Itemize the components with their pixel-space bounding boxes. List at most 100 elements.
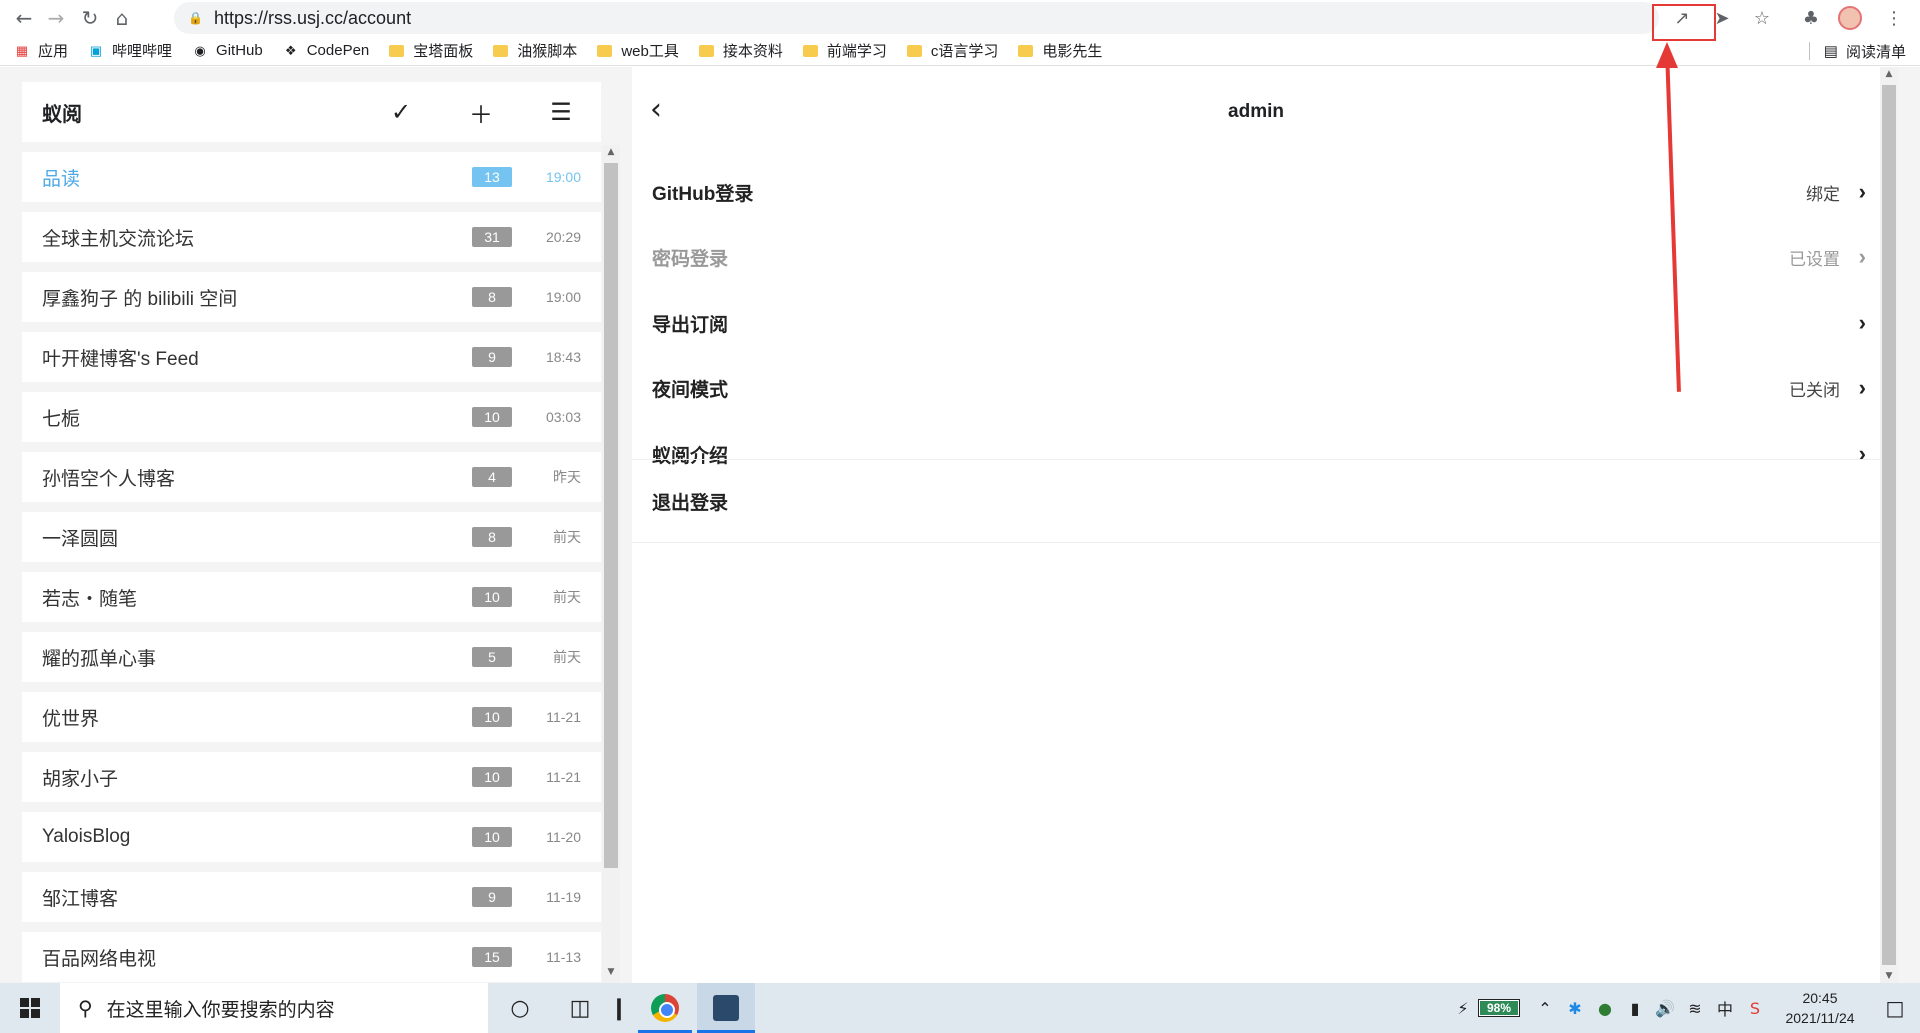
scroll-down-icon[interactable]: ▼ xyxy=(1880,971,1898,981)
scroll-down-icon[interactable]: ▼ xyxy=(602,967,620,981)
app-title: 蚁阅 xyxy=(42,103,82,126)
account-scrollbar[interactable]: ▲ ▼ xyxy=(1880,67,1898,983)
feed-list-scrollbar[interactable]: ▲ ▼ xyxy=(602,145,620,983)
clock-date: 2021/11/24 xyxy=(1785,1010,1855,1026)
feed-time: 昨天 xyxy=(553,469,581,485)
address-bar[interactable]: 🔒 https://rss.usj.cc/account xyxy=(174,2,1659,34)
setting-night-mode[interactable]: 夜间模式 已关闭 › xyxy=(632,358,1880,418)
menu-kebab-icon[interactable]: ⋮ xyxy=(1880,4,1908,32)
scrollbar-thumb[interactable] xyxy=(1882,85,1896,965)
battery-icon[interactable]: ▮ xyxy=(1620,999,1650,1018)
forward-arrow-icon[interactable]: → xyxy=(38,0,74,36)
setting-value: 已关闭 xyxy=(1789,380,1840,400)
unread-badge: 10 xyxy=(472,827,512,847)
wechat-icon[interactable]: ● xyxy=(1590,999,1620,1018)
bookmark-folder[interactable]: 前端学习 xyxy=(802,40,887,61)
logout-button[interactable]: 退出登录 xyxy=(632,471,1880,531)
folder-icon xyxy=(1018,44,1034,57)
sogou-icon[interactable]: S xyxy=(1740,999,1770,1018)
bookmark-apps[interactable]: ▦ 应用 xyxy=(14,40,68,61)
back-chevron-icon[interactable]: ‹ xyxy=(650,95,662,125)
tray-app-icon[interactable]: ✱ xyxy=(1560,999,1590,1018)
clock[interactable]: 20:45 2021/11/24 xyxy=(1770,988,1870,1028)
feed-item[interactable]: 百品网络电视 15 11-13 xyxy=(22,932,601,982)
feed-item[interactable]: 品读 13 19:00 xyxy=(22,152,601,202)
unread-badge: 9 xyxy=(472,887,512,907)
reading-list[interactable]: ▤ 阅读清单 xyxy=(1808,36,1906,66)
scroll-up-icon[interactable]: ▲ xyxy=(602,147,620,161)
feed-item[interactable]: 优世界 10 11-21 xyxy=(22,692,601,742)
bookmark-bilibili[interactable]: ▣ 哔哩哔哩 xyxy=(88,40,172,61)
scrollbar-thumb[interactable] xyxy=(604,163,618,868)
chevron-up-icon[interactable]: ⌃ xyxy=(1530,999,1560,1018)
sidebar-header: 蚁阅 ✓ ＋ ☰ xyxy=(22,82,601,142)
annotation-arrow-head xyxy=(1656,42,1678,68)
bookmark-folder[interactable]: 电影先生 xyxy=(1018,40,1102,61)
url-text[interactable]: https://rss.usj.cc/account xyxy=(214,8,411,29)
bookmark-folder[interactable]: web工具 xyxy=(597,40,679,61)
setting-value: 已设置 xyxy=(1789,249,1840,269)
feed-item[interactable]: 耀的孤单心事 5 前天 xyxy=(22,632,601,682)
setting-export-subscriptions[interactable]: 导出订阅 › xyxy=(632,293,1880,353)
feed-item[interactable]: 胡家小子 10 11-21 xyxy=(22,752,601,802)
check-icon[interactable]: ✓ xyxy=(361,98,441,126)
chrome-app-icon[interactable] xyxy=(638,983,692,1033)
feed-item[interactable]: 一泽圆圆 8 前天 xyxy=(22,512,601,562)
bookmark-folder[interactable]: 油猴脚本 xyxy=(493,40,577,61)
feed-item[interactable]: 叶开楗博客's Feed 9 18:43 xyxy=(22,332,601,382)
plus-icon[interactable]: ＋ xyxy=(441,95,521,130)
profile-avatar[interactable] xyxy=(1836,4,1864,32)
folder-icon xyxy=(389,44,405,57)
feed-time: 20:29 xyxy=(545,229,581,245)
system-tray: ⚡ 98% ⌃ ✱ ● ▮ 🔊 ≋ 中 S 20:45 2021/11/24 □ xyxy=(1448,983,1920,1033)
bookmark-github[interactable]: ◉ GitHub xyxy=(192,42,262,59)
windows-taskbar: ⚲ 在这里输入你要搜索的内容 ○ ◫ ❙ ⚡ 98% ⌃ ✱ ● ▮ 🔊 ≋ 中… xyxy=(0,983,1920,1033)
bookmark-codepen[interactable]: ❖ CodePen xyxy=(283,42,369,59)
feed-item[interactable]: 若志・随笔 10 前天 xyxy=(22,572,601,622)
feed-item[interactable]: 邹江博客 9 11-19 xyxy=(22,872,601,922)
setting-value: 绑定 xyxy=(1806,184,1840,204)
feed-item[interactable]: 全球主机交流论坛 31 20:29 xyxy=(22,212,601,262)
feed-item[interactable]: 厚鑫狗子 的 bilibili 空间 8 19:00 xyxy=(22,272,601,322)
unread-badge: 9 xyxy=(472,347,512,367)
reading-list-icon: ▤ xyxy=(1823,43,1838,60)
feed-time: 03:03 xyxy=(545,409,581,425)
back-arrow-icon[interactable]: ← xyxy=(6,0,42,36)
volume-icon[interactable]: 🔊 xyxy=(1650,999,1680,1018)
windows-start-icon[interactable] xyxy=(0,983,60,1033)
extensions-icon[interactable]: ♣ xyxy=(1797,4,1825,32)
clock-time: 20:45 xyxy=(1802,990,1838,1006)
bookmark-star-icon[interactable]: ☆ xyxy=(1748,4,1776,32)
codepen-icon: ❖ xyxy=(284,42,297,58)
app-window-icon[interactable] xyxy=(697,983,755,1033)
wifi-icon[interactable]: ≋ xyxy=(1680,999,1710,1018)
divider xyxy=(632,542,1880,543)
bookmark-folder[interactable]: 接本资料 xyxy=(698,40,783,61)
input-method-icon[interactable]: 中 xyxy=(1710,996,1740,1020)
scroll-up-icon[interactable]: ▲ xyxy=(1880,69,1898,79)
account-header: ‹ admin xyxy=(632,82,1880,142)
unread-badge: 31 xyxy=(472,227,512,247)
feed-item[interactable]: YaloisBlog 10 11-20 xyxy=(22,812,601,862)
notification-icon[interactable]: □ xyxy=(1870,996,1920,1020)
battery-indicator[interactable]: ⚡ 98% xyxy=(1448,999,1520,1018)
bookmark-folder[interactable]: c语言学习 xyxy=(906,40,998,61)
cortana-icon[interactable]: ○ xyxy=(495,983,545,1033)
feed-time: 前天 xyxy=(553,649,581,665)
setting-github-login[interactable]: GitHub登录 绑定 › xyxy=(632,162,1880,222)
feed-time: 11-19 xyxy=(546,889,581,905)
menu-icon[interactable]: ☰ xyxy=(521,98,601,126)
setting-password-login[interactable]: 密码登录 已设置 › xyxy=(632,227,1880,287)
chevron-right-icon: › xyxy=(1858,310,1866,335)
folder-icon xyxy=(698,44,714,57)
reload-icon[interactable]: ↻ xyxy=(72,0,108,36)
feed-list: 品读 13 19:00 全球主机交流论坛 31 20:29 厚鑫狗子 的 bilibil… xyxy=(22,152,601,983)
feed-time: 11-13 xyxy=(546,949,581,965)
feed-item[interactable]: 七栀 10 03:03 xyxy=(22,392,601,442)
bookmark-folder[interactable]: 宝塔面板 xyxy=(389,40,473,61)
taskbar-search[interactable]: ⚲ 在这里输入你要搜索的内容 xyxy=(60,983,488,1033)
browser-toolbar: ← → ↻ ⌂ 🔒 https://rss.usj.cc/account ↗ ➤… xyxy=(0,0,1920,36)
home-icon[interactable]: ⌂ xyxy=(104,0,140,36)
lock-icon: 🔒 xyxy=(188,11,203,25)
feed-item[interactable]: 孙悟空个人博客 4 昨天 xyxy=(22,452,601,502)
